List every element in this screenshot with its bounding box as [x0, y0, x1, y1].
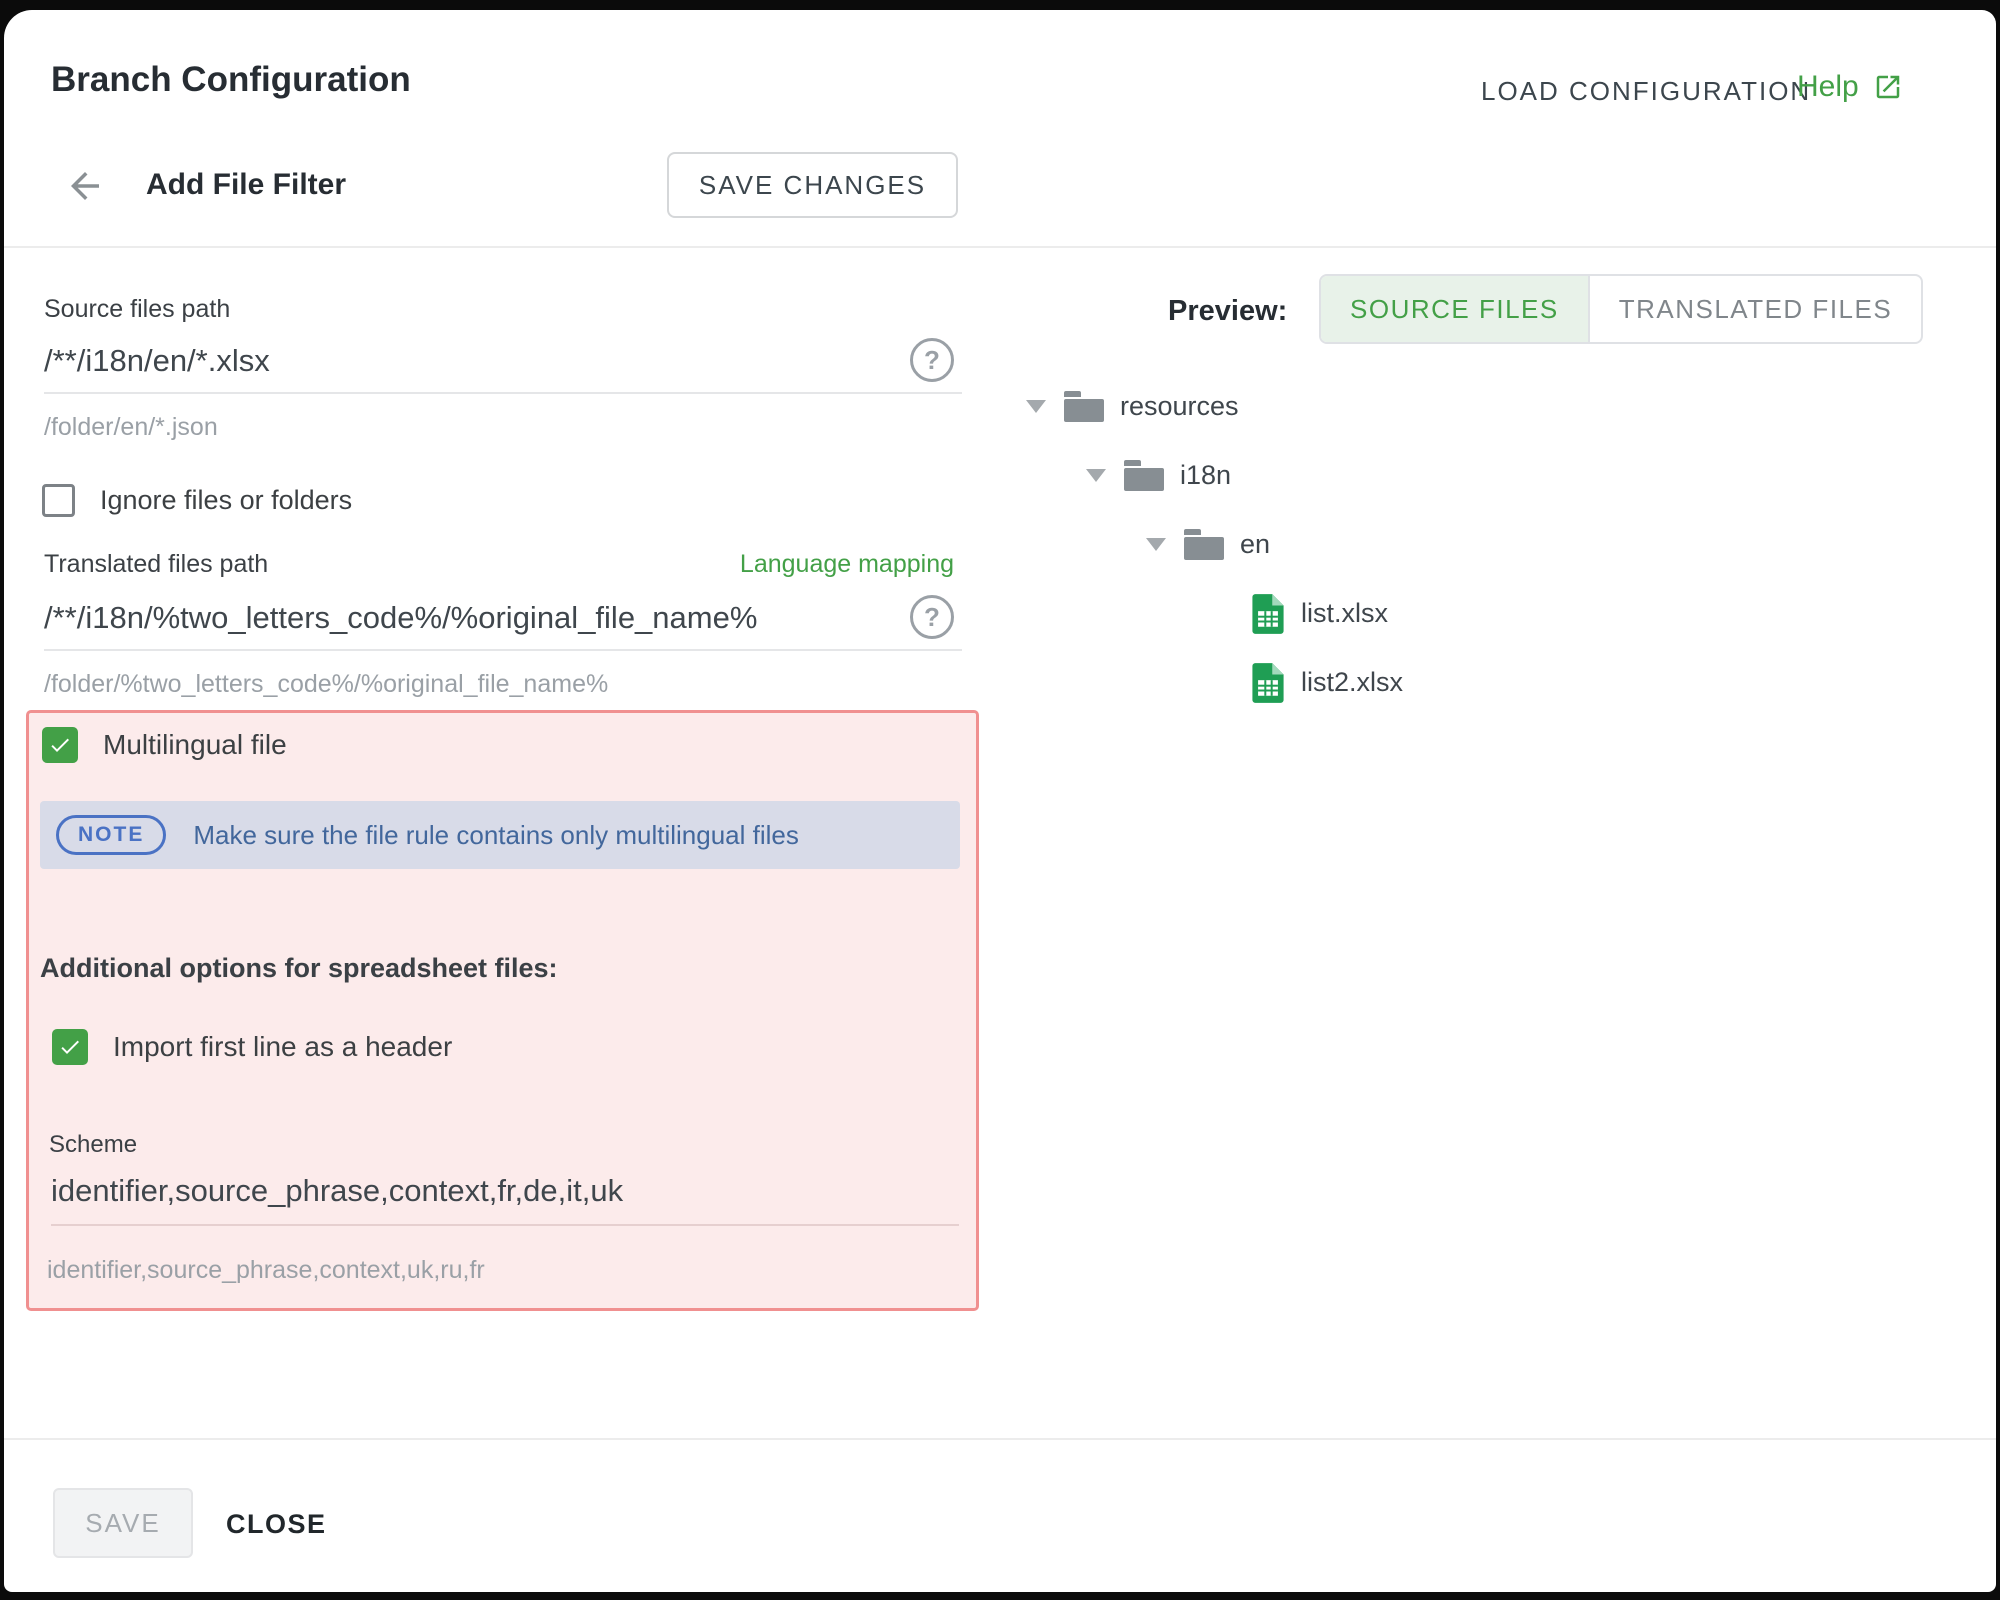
language-mapping-link[interactable]: Language mapping — [740, 550, 954, 579]
tab-source-files[interactable]: SOURCE FILES — [1321, 276, 1588, 342]
question-mark-icon[interactable] — [910, 338, 954, 382]
multilingual-checkbox[interactable] — [42, 727, 78, 763]
tree-folder-row[interactable]: i18n — [1014, 441, 1714, 510]
tree-item-label: resources — [1120, 391, 1239, 422]
import-header-checkbox-label: Import first line as a header — [113, 1031, 452, 1063]
help-link[interactable]: Help — [1797, 70, 1903, 104]
tab-translated-files[interactable]: TRANSLATED FILES — [1588, 276, 1921, 342]
multilingual-checkbox-row[interactable]: Multilingual file — [42, 727, 287, 763]
ignore-files-checkbox-label: Ignore files or folders — [100, 485, 352, 516]
tree-folder-row[interactable]: resources — [1014, 372, 1714, 441]
tree-file-row[interactable]: list.xlsx — [1014, 579, 1714, 648]
ignore-files-checkbox-row[interactable]: Ignore files or folders — [42, 484, 352, 517]
note-banner: NOTE Make sure the file rule contains on… — [40, 801, 960, 869]
folder-icon — [1124, 460, 1164, 491]
question-mark-icon[interactable] — [910, 595, 954, 639]
file-tree: resources i18n en list.xlsx — [1014, 372, 1714, 717]
tree-item-label: en — [1240, 529, 1270, 560]
translated-files-path-row — [44, 595, 962, 651]
page-title: Branch Configuration — [51, 60, 411, 100]
tree-folder-row[interactable]: en — [1014, 510, 1714, 579]
save-changes-button[interactable]: SAVE CHANGES — [667, 152, 958, 218]
translated-files-path-hint: /folder/%two_letters_code%/%original_fil… — [44, 670, 608, 699]
translated-files-path-input[interactable] — [44, 595, 894, 641]
folder-icon — [1184, 529, 1224, 560]
help-link-label: Help — [1797, 70, 1859, 104]
note-badge: NOTE — [56, 815, 166, 855]
note-text: Make sure the file rule contains only mu… — [193, 820, 799, 851]
spreadsheet-options-heading: Additional options for spreadsheet files… — [40, 953, 558, 984]
header-divider — [4, 246, 1996, 248]
caret-down-icon[interactable] — [1086, 469, 1106, 482]
load-configuration-button[interactable]: LOAD CONFIGURATION — [1481, 76, 1811, 107]
scheme-label: Scheme — [49, 1131, 137, 1159]
multilingual-highlight-box: Multilingual file NOTE Make sure the fil… — [26, 710, 979, 1311]
tree-item-label: list.xlsx — [1301, 598, 1388, 629]
ignore-files-checkbox[interactable] — [42, 484, 75, 517]
import-header-checkbox-row[interactable]: Import first line as a header — [52, 1029, 452, 1065]
tree-item-label: list2.xlsx — [1301, 667, 1403, 698]
dialog-subtitle: Add File Filter — [146, 168, 346, 202]
spreadsheet-file-icon — [1251, 594, 1285, 634]
source-files-path-input[interactable] — [44, 338, 894, 384]
save-button[interactable]: SAVE — [53, 1488, 193, 1558]
source-files-path-label: Source files path — [44, 295, 230, 324]
scheme-hint: identifier,source_phrase,context,uk,ru,f… — [47, 1256, 485, 1285]
caret-down-icon[interactable] — [1146, 538, 1166, 551]
scheme-input[interactable] — [51, 1168, 941, 1214]
source-files-path-row — [44, 338, 962, 394]
external-link-icon — [1873, 72, 1903, 102]
spreadsheet-file-icon — [1251, 663, 1285, 703]
preview-tabs: SOURCE FILESTRANSLATED FILES — [1319, 274, 1923, 344]
back-arrow-button[interactable] — [64, 165, 106, 207]
close-button[interactable]: CLOSE — [226, 1502, 327, 1546]
caret-down-icon[interactable] — [1026, 400, 1046, 413]
folder-icon — [1064, 391, 1104, 422]
preview-label: Preview: — [1168, 295, 1287, 328]
branch-configuration-dialog: Branch Configuration LOAD CONFIGURATION … — [4, 10, 1996, 1592]
scheme-input-row — [51, 1168, 959, 1226]
footer-divider — [4, 1438, 1996, 1440]
tree-item-label: i18n — [1180, 460, 1231, 491]
multilingual-checkbox-label: Multilingual file — [103, 729, 287, 761]
translated-files-path-label: Translated files path — [44, 550, 268, 579]
tree-file-row[interactable]: list2.xlsx — [1014, 648, 1714, 717]
source-files-path-hint: /folder/en/*.json — [44, 413, 218, 442]
import-header-checkbox[interactable] — [52, 1029, 88, 1065]
